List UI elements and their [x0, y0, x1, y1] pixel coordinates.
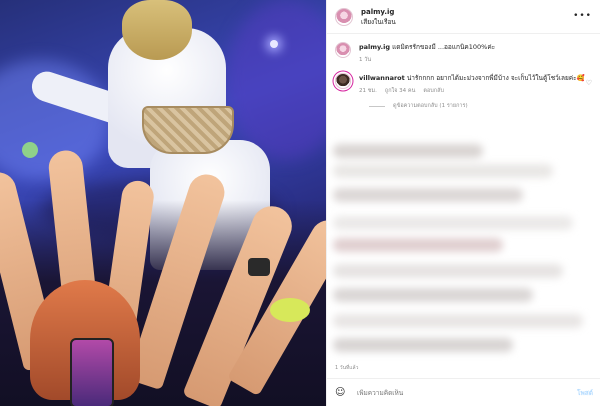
blurred-comment: [333, 314, 583, 328]
post-date: 1 วันที่แล้ว: [335, 365, 359, 371]
stage-glow: [226, 0, 326, 160]
comment-username[interactable]: villwannarot: [359, 74, 405, 82]
blurred-comment: [333, 264, 563, 278]
blurred-comment: [333, 238, 503, 252]
basket: [142, 106, 234, 154]
post-location[interactable]: เสียงในเรือน: [361, 17, 396, 27]
caption-time: 1 วัน: [359, 57, 372, 63]
blurred-comment: [333, 338, 513, 352]
caption-text: แดมิดรรักของมี ...ออแกนิค100%ค่ะ: [392, 43, 496, 51]
comment-bar: ☺ โพสต์: [327, 378, 600, 406]
avatar[interactable]: [335, 73, 351, 89]
post-header: palmy.ig เสียงในเรือน •••: [327, 0, 600, 34]
caption: palmy.ig แดมิดรรักของมี ...ออแกนิค100%ค่…: [327, 34, 600, 65]
blurred-comment: [333, 216, 573, 230]
audience-phone: [70, 338, 114, 406]
fruit: [270, 298, 310, 322]
comment-item: villwannarot น่ารักกกก อยากได้มะม่วงจากพ…: [327, 65, 600, 96]
fruit: [22, 142, 38, 158]
emoji-icon[interactable]: ☺: [335, 387, 349, 398]
replies-divider: [369, 105, 385, 107]
avatar[interactable]: [335, 7, 353, 26]
heart-icon[interactable]: ♡: [586, 79, 592, 87]
blurred-comment: [333, 144, 483, 158]
audience-watch: [248, 258, 270, 276]
caption-username[interactable]: palmy.ig: [359, 43, 390, 51]
post-username[interactable]: palmy.ig: [361, 7, 396, 17]
blurred-comment: [333, 288, 533, 302]
comment-text: น่ารักกกก อยากได้มะม่วงจากพี่มีบ้าง จะเก…: [406, 74, 585, 82]
comment-time: 21 ชม.: [359, 88, 377, 94]
blurred-comments: [327, 138, 600, 360]
blurred-comment: [333, 188, 523, 202]
view-replies[interactable]: ดูข้อความตอบกลับ (1 รายการ): [369, 102, 600, 110]
comment-likes[interactable]: ถูกใจ 34 คน: [385, 86, 416, 96]
view-replies-label[interactable]: ดูข้อความตอบกลับ (1 รายการ): [393, 102, 468, 110]
post-button[interactable]: โพสต์: [577, 388, 593, 398]
avatar[interactable]: [335, 42, 351, 58]
post-side-panel: palmy.ig เสียงในเรือน ••• palmy.ig แดมิด…: [326, 0, 600, 406]
post-photo[interactable]: [0, 0, 326, 406]
stage-light: [270, 40, 278, 48]
more-options-icon[interactable]: •••: [573, 11, 592, 21]
blurred-comment: [333, 164, 553, 178]
reply-button[interactable]: ตอบกลับ: [423, 86, 444, 96]
add-comment-input[interactable]: [357, 388, 578, 397]
performer-hair: [122, 0, 192, 60]
